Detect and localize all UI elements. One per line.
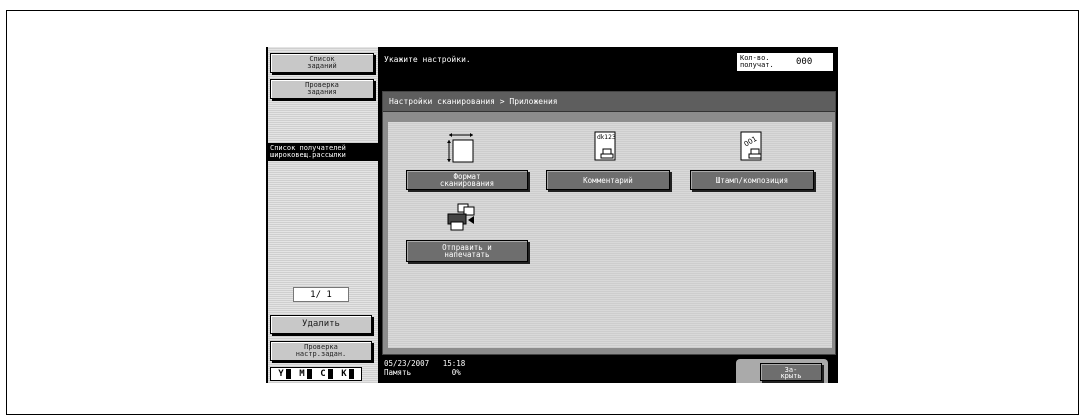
toner-m-label: M bbox=[299, 369, 305, 379]
toner-k-bar bbox=[348, 369, 354, 379]
left-panel: Список заданий Проверка задания Список п… bbox=[266, 47, 378, 383]
toner-k-label: K bbox=[341, 369, 347, 379]
functions-panel: Формат сканирования dk123 Комментарий 00… bbox=[388, 122, 832, 348]
scan-format-icon bbox=[447, 133, 474, 163]
page-counter: 1/ 1 bbox=[293, 287, 349, 302]
status-area: 05/23/2007 15:18 Память 0% bbox=[384, 359, 465, 377]
job-list-button[interactable]: Список заданий bbox=[270, 53, 374, 73]
toner-m-bar bbox=[306, 369, 312, 379]
scan-format-button[interactable]: Формат сканирования bbox=[406, 170, 528, 190]
job-check-button[interactable]: Проверка задания bbox=[270, 79, 374, 99]
toner-k: K bbox=[341, 369, 354, 379]
toner-y-label: Y bbox=[278, 369, 284, 379]
toner-c: C bbox=[320, 369, 333, 379]
comment-icon-text: dk123 bbox=[597, 134, 616, 141]
close-button[interactable]: За- крыть bbox=[760, 363, 822, 381]
toner-c-label: C bbox=[320, 369, 326, 379]
stamp-composition-button[interactable]: Штамп/композиция bbox=[690, 170, 814, 190]
main-content: Настройки сканирования > Приложения Форм… bbox=[382, 91, 836, 355]
send-and-print-icon bbox=[447, 203, 475, 231]
control-panel-screen: Список заданий Проверка задания Список п… bbox=[266, 47, 838, 383]
recipient-count-value: 000 bbox=[796, 57, 813, 67]
instruction-message: Укажите настройки. bbox=[384, 55, 471, 64]
toner-y-bar bbox=[285, 369, 291, 379]
memory-usage: Память 0% bbox=[384, 368, 461, 377]
distribution-list-label: Список получателей широковещ.рассылки bbox=[268, 144, 378, 160]
delete-button[interactable]: Удалить bbox=[270, 315, 372, 334]
toner-y: Y bbox=[278, 369, 291, 379]
breadcrumb: Настройки сканирования > Приложения bbox=[383, 92, 835, 112]
recipient-count-box: Кол-во. получат. 000 bbox=[736, 52, 834, 72]
toner-level-indicator: Y M C K bbox=[270, 367, 362, 381]
date-time: 05/23/2007 15:18 bbox=[384, 359, 466, 368]
recipient-count-label: Кол-во. получат. bbox=[740, 54, 774, 69]
toner-c-bar bbox=[327, 369, 333, 379]
comment-button[interactable]: Комментарий bbox=[546, 170, 670, 190]
stamp-icon: 001 bbox=[740, 131, 762, 161]
toner-m: M bbox=[299, 369, 312, 379]
send-and-print-button[interactable]: Отправить и напечатать bbox=[406, 240, 528, 262]
comment-icon: dk123 bbox=[594, 131, 616, 161]
check-job-settings-button[interactable]: Проверка настр.задан. bbox=[270, 341, 372, 361]
